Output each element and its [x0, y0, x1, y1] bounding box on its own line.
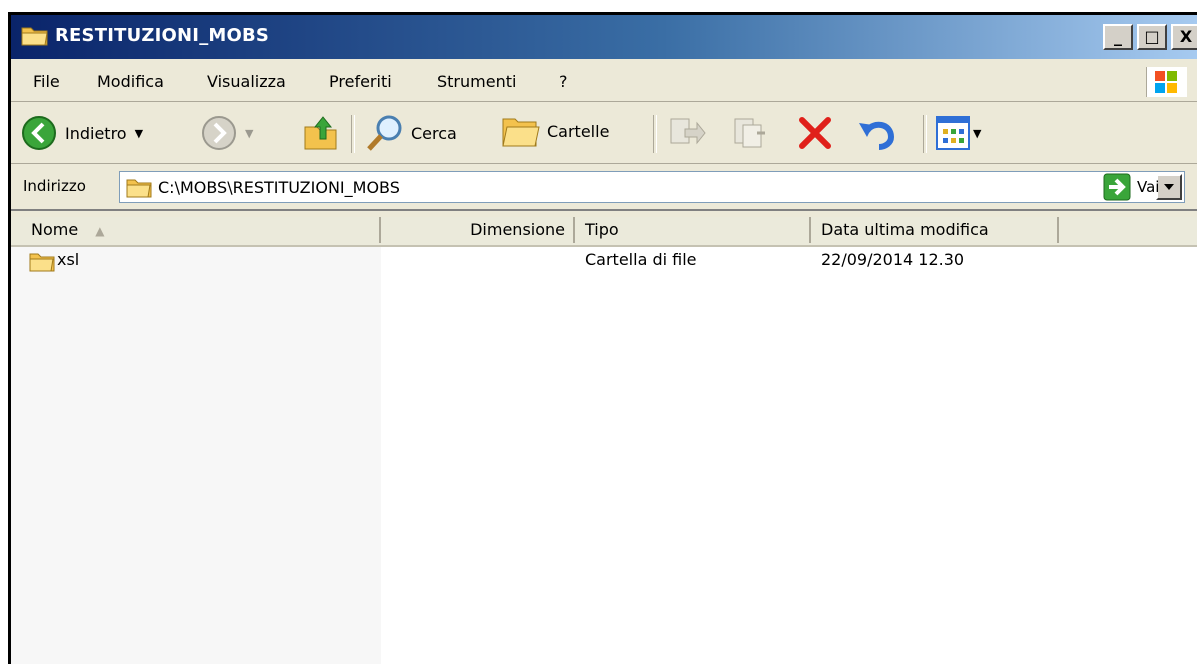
folder-icon — [21, 24, 49, 50]
delete-button[interactable] — [797, 115, 833, 151]
maximize-button[interactable]: □ — [1137, 24, 1167, 50]
title-bar[interactable]: RESTITUZIONI_MOBS _ □ X — [11, 15, 1197, 59]
minimize-button[interactable]: _ — [1103, 24, 1133, 50]
address-label: Indirizzo — [23, 177, 86, 195]
search-button[interactable]: Cerca — [365, 113, 457, 153]
menu-help[interactable]: ? — [559, 72, 568, 91]
forward-arrow-icon — [202, 116, 236, 150]
file-list: Nome ▲ Dimensione Tipo Data ultima modif… — [11, 217, 1197, 664]
go-arrow-icon — [1103, 173, 1131, 201]
toolbar: Indietro ▼ ▼ Cerca Cartelle ▼ — [11, 103, 1197, 164]
explorer-window: RESTITUZIONI_MOBS _ □ X File Modifica Vi… — [8, 12, 1197, 664]
file-row[interactable]: xsl Cartella di file 22/09/2014 12.30 — [11, 247, 1197, 275]
back-label: Indietro — [65, 123, 127, 143]
copy-to-button[interactable] — [731, 115, 771, 151]
column-header-name[interactable]: Nome ▲ — [11, 217, 381, 243]
back-dropdown-icon[interactable]: ▼ — [135, 127, 143, 140]
folder-icon — [126, 179, 152, 198]
column-header-modified[interactable]: Data ultima modifica — [811, 217, 1059, 243]
file-type: Cartella di file — [585, 250, 697, 269]
menu-bar: File Modifica Visualizza Preferiti Strum… — [11, 61, 1197, 102]
undo-button[interactable] — [857, 115, 897, 151]
back-button[interactable]: Indietro ▼ — [21, 115, 143, 151]
chevron-down-icon — [1164, 184, 1174, 190]
close-button[interactable]: X — [1171, 24, 1197, 50]
address-path: C:\MOBS\RESTITUZIONI_MOBS — [158, 178, 400, 197]
address-bar: Indirizzo C:\MOBS\RESTITUZIONI_MOBS Vai — [11, 165, 1197, 211]
search-label: Cerca — [411, 123, 457, 143]
menu-visualizza[interactable]: Visualizza — [207, 72, 286, 91]
copy-to-icon — [734, 118, 765, 148]
menu-strumenti[interactable]: Strumenti — [437, 72, 516, 91]
back-arrow-icon — [22, 116, 56, 150]
forward-button[interactable]: ▼ — [201, 115, 253, 151]
file-modified: 22/09/2014 12.30 — [821, 250, 965, 269]
go-button[interactable]: Vai — [1103, 173, 1159, 201]
windows-logo-icon — [1146, 67, 1187, 97]
file-name: xsl — [57, 250, 80, 269]
undo-icon — [859, 121, 895, 150]
views-button[interactable]: ▼ — [935, 115, 981, 151]
menu-modifica[interactable]: Modifica — [97, 72, 164, 91]
up-folder-icon — [304, 116, 337, 150]
forward-dropdown-icon[interactable]: ▼ — [245, 127, 253, 140]
folders-button[interactable]: Cartelle — [501, 113, 609, 149]
menu-preferiti[interactable]: Preferiti — [329, 72, 392, 91]
folders-icon — [502, 118, 540, 147]
menu-file[interactable]: File — [33, 72, 60, 91]
move-to-icon — [670, 118, 706, 145]
sorted-column-highlight — [11, 245, 381, 664]
column-header-type[interactable]: Tipo — [575, 217, 811, 243]
up-folder-button[interactable] — [303, 113, 339, 151]
folder-icon — [29, 253, 55, 272]
column-header: Nome ▲ Dimensione Tipo Data ultima modif… — [11, 217, 1197, 247]
sort-ascending-icon: ▲ — [95, 224, 105, 238]
move-to-button[interactable] — [667, 115, 707, 151]
delete-icon — [799, 117, 831, 149]
address-dropdown-button[interactable] — [1156, 174, 1182, 200]
views-icon — [936, 116, 970, 150]
column-header-size[interactable]: Dimensione — [381, 217, 575, 243]
address-input[interactable]: C:\MOBS\RESTITUZIONI_MOBS — [119, 171, 1185, 203]
go-label: Vai — [1137, 178, 1160, 196]
folders-label: Cartelle — [547, 121, 610, 141]
search-icon — [367, 115, 402, 151]
views-dropdown-icon[interactable]: ▼ — [973, 127, 981, 140]
window-title: RESTITUZIONI_MOBS — [55, 25, 270, 46]
